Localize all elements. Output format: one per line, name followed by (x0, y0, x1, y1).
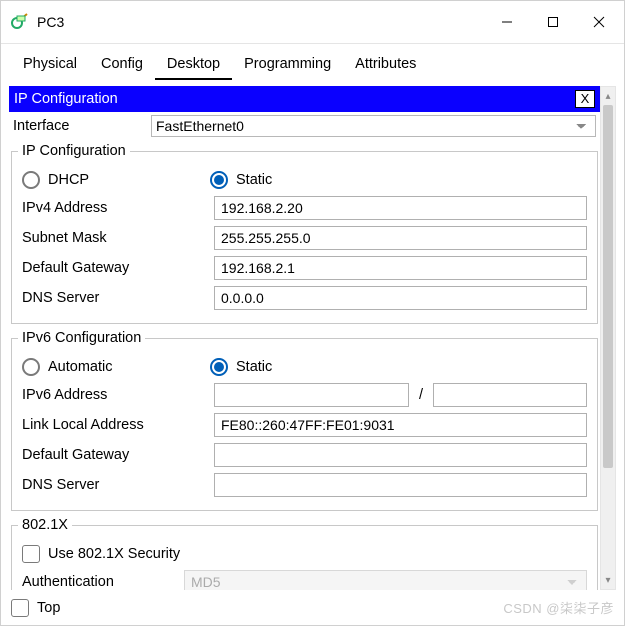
default-gateway-label: Default Gateway (22, 260, 210, 276)
ipv6-gateway-label: Default Gateway (22, 447, 210, 463)
app-icon (11, 13, 29, 31)
minimize-button[interactable] (484, 1, 530, 43)
tabs: Physical Config Desktop Programming Attr… (1, 48, 624, 80)
ipv6-prefix-input[interactable] (433, 383, 587, 407)
dns-server-label: DNS Server (22, 290, 210, 306)
link-local-label: Link Local Address (22, 417, 210, 433)
interface-label: Interface (13, 118, 143, 134)
scroll-up-arrow-icon[interactable]: ▴ (601, 87, 615, 105)
use-8021x-label: Use 802.1X Security (48, 546, 180, 562)
ipv6-prefix-slash: / (413, 387, 429, 403)
ipv4-address-label: IPv4 Address (22, 200, 210, 216)
window-title: PC3 (37, 14, 484, 30)
ipv4-legend: IP Configuration (18, 143, 130, 159)
dot1x-group: 802.1X Use 802.1X Security Authenticatio… (11, 517, 598, 590)
subnet-mask-label: Subnet Mask (22, 230, 210, 246)
scroll-down-arrow-icon[interactable]: ▾ (601, 571, 615, 589)
ipv6-dns-label: DNS Server (22, 477, 210, 493)
maximize-button[interactable] (530, 1, 576, 43)
use-8021x-checkbox[interactable] (22, 545, 40, 563)
dhcp-radio[interactable] (22, 171, 40, 189)
dot1x-legend: 802.1X (18, 517, 72, 533)
ipv4-address-input[interactable] (214, 196, 587, 220)
authentication-select: MD5 (184, 570, 587, 590)
link-local-input[interactable] (214, 413, 587, 437)
panel-header: IP Configuration X (9, 86, 600, 112)
subnet-mask-input[interactable] (214, 226, 587, 250)
panel-title: IP Configuration (14, 91, 118, 107)
dns-server-input[interactable] (214, 286, 587, 310)
ipv6-legend: IPv6 Configuration (18, 330, 145, 346)
ipv6-automatic-radio[interactable] (22, 358, 40, 376)
ipv6-static-radio[interactable] (210, 358, 228, 376)
top-checkbox[interactable] (11, 599, 29, 617)
app-window: PC3 Physical Config Desktop Programming … (0, 0, 625, 626)
ip-config-panel: IP Configuration X Interface FastEtherne… (9, 86, 600, 590)
scroll-track[interactable] (601, 105, 615, 571)
tab-desktop[interactable]: Desktop (155, 52, 232, 80)
ipv6-group: IPv6 Configuration Automatic Static IPv6… (11, 330, 598, 511)
content-area: IP Configuration X Interface FastEtherne… (9, 86, 616, 590)
ipv6-static-label: Static (236, 359, 272, 375)
close-button[interactable] (576, 1, 622, 43)
top-label: Top (37, 600, 60, 616)
titlebar: PC3 (1, 1, 624, 43)
tab-programming[interactable]: Programming (232, 52, 343, 80)
tab-config[interactable]: Config (89, 52, 155, 80)
tab-physical[interactable]: Physical (11, 52, 89, 80)
ipv4-group: IP Configuration DHCP Static IPv4 Addres… (11, 143, 598, 324)
tab-attributes[interactable]: Attributes (343, 52, 428, 80)
ipv6-gateway-input[interactable] (214, 443, 587, 467)
static-label: Static (236, 172, 272, 188)
footer: Top CSDN @柒柒子彦 (1, 592, 624, 625)
default-gateway-input[interactable] (214, 256, 587, 280)
interface-select[interactable]: FastEthernet0 (151, 115, 596, 137)
ipv6-automatic-label: Automatic (48, 359, 112, 375)
ipv6-address-label: IPv6 Address (22, 387, 210, 403)
scroll-thumb[interactable] (603, 105, 613, 468)
static-radio[interactable] (210, 171, 228, 189)
ipv6-dns-input[interactable] (214, 473, 587, 497)
authentication-label: Authentication (22, 574, 184, 590)
ipv6-address-input[interactable] (214, 383, 409, 407)
titlebar-separator (1, 43, 624, 44)
panel-close-button[interactable]: X (575, 90, 595, 108)
vertical-scrollbar[interactable]: ▴ ▾ (600, 86, 616, 590)
watermark: CSDN @柒柒子彦 (503, 598, 614, 617)
dhcp-label: DHCP (48, 172, 89, 188)
